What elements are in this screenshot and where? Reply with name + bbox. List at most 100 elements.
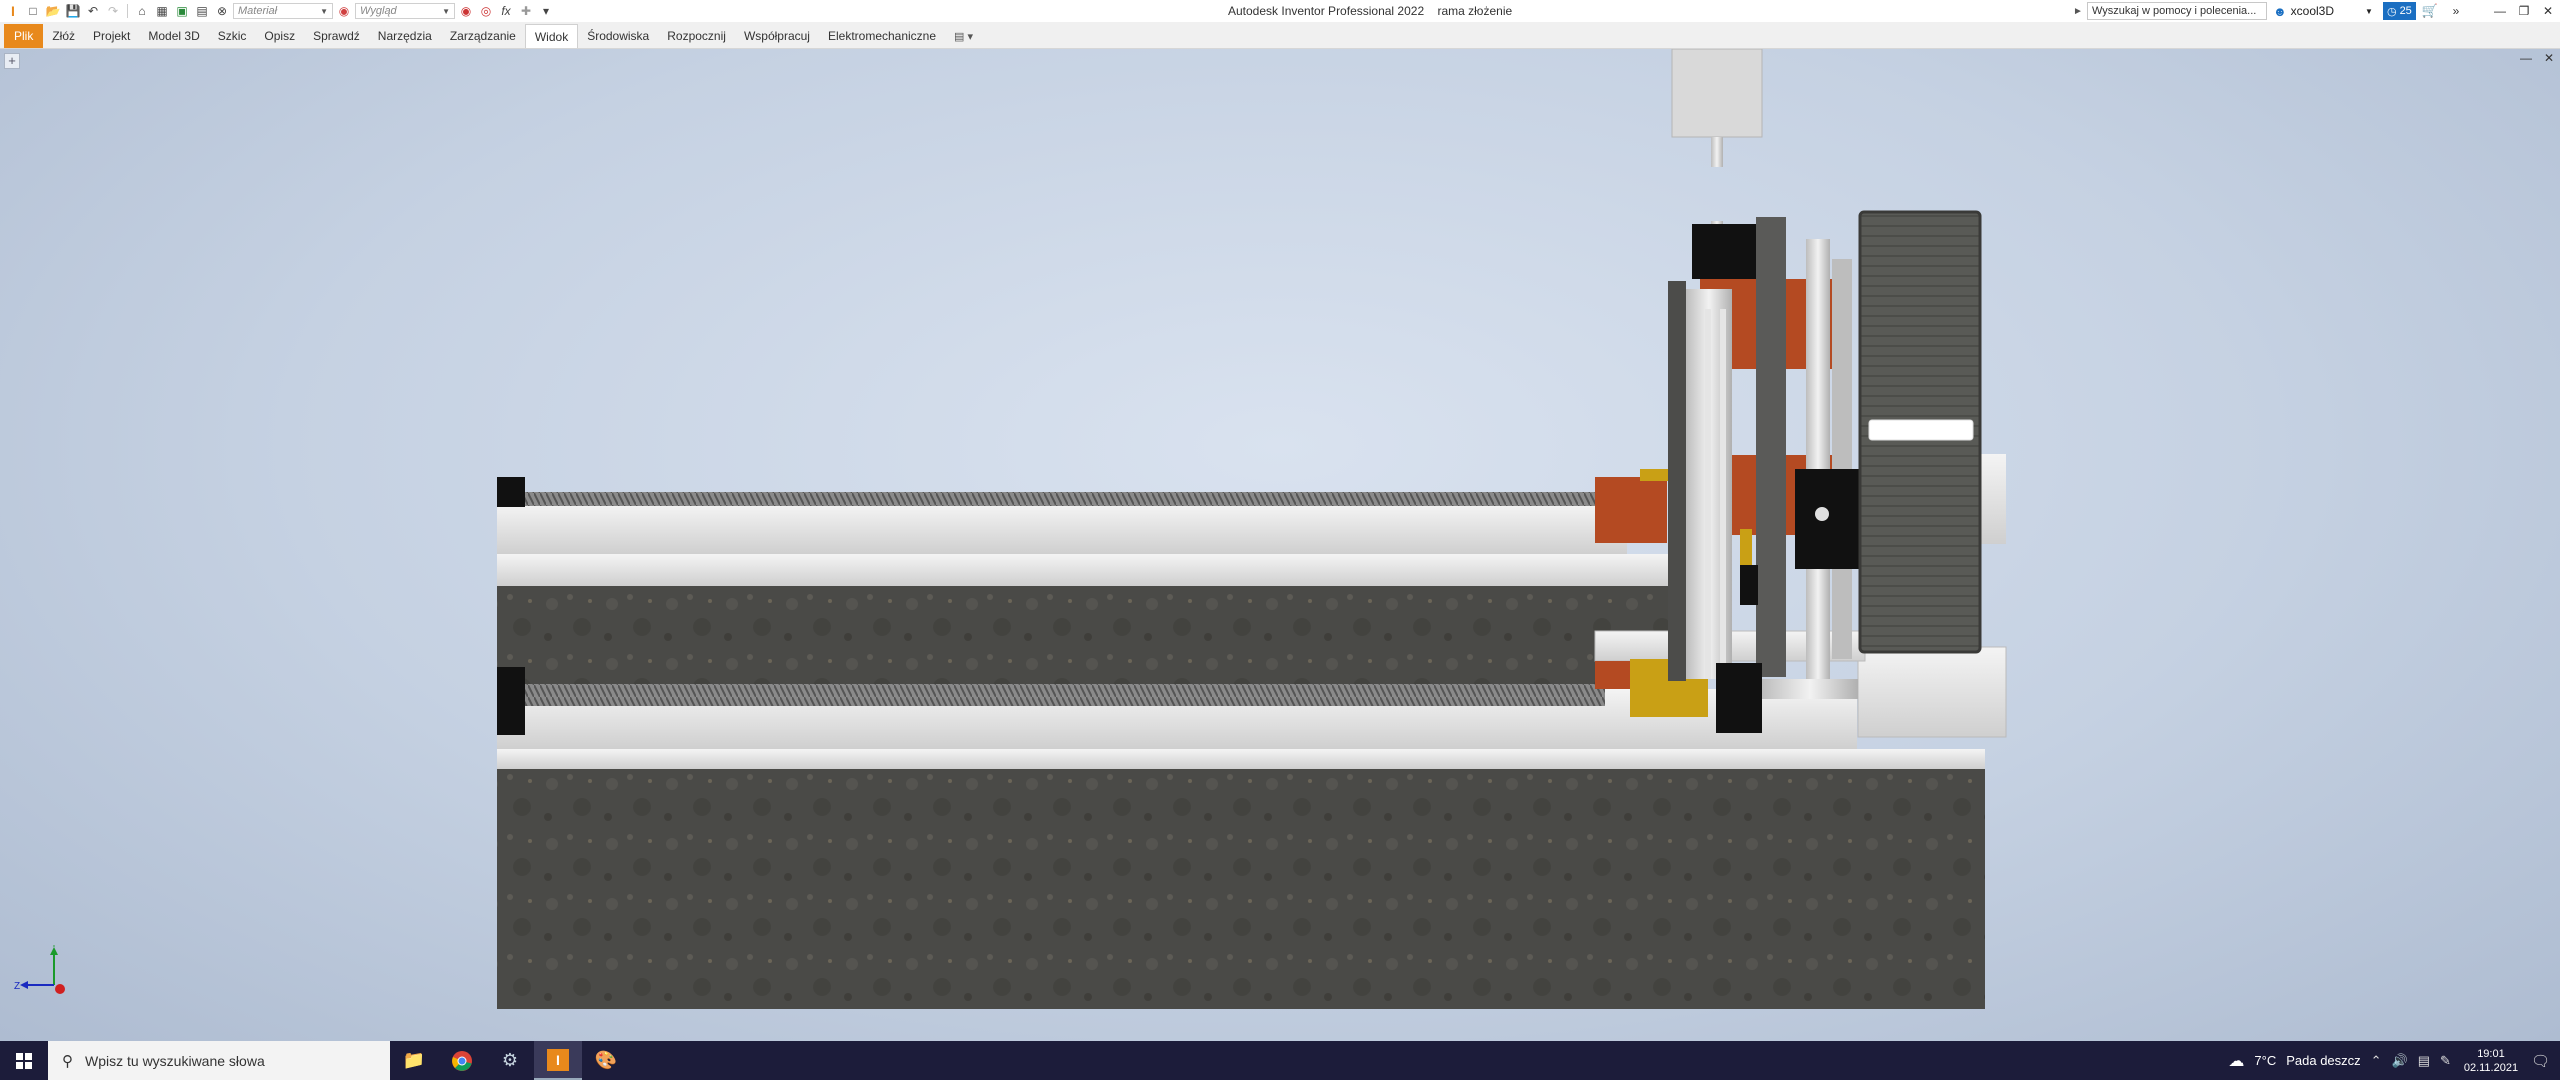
volume-icon[interactable]: 🔊 (2392, 1053, 2408, 1069)
ribbon-tabs: Plik Złóż Projekt Model 3D Szkic Opisz S… (0, 22, 2560, 49)
clock[interactable]: 19:01 02.11.2021 (2461, 1047, 2521, 1075)
help-search-input[interactable]: Wyszukaj w pomocy i polecenia... (2086, 2, 2267, 20)
upper-screw-end-block (497, 477, 525, 507)
notification-center-icon[interactable]: 🗨 (2531, 1052, 2550, 1070)
undo-icon[interactable]: ↶ (84, 2, 102, 20)
lower-lead-screw (525, 684, 1605, 706)
tab-plik[interactable]: Plik (4, 24, 44, 48)
tab-opisz[interactable]: Opisz (255, 24, 304, 48)
fx-parameters-icon[interactable]: fx (497, 2, 515, 20)
network-icon[interactable]: ▤ (2418, 1053, 2430, 1069)
chevron-down-icon: ▼ (442, 6, 450, 16)
save-icon[interactable]: 💾 (64, 2, 82, 20)
clock-time: 19:01 (2477, 1047, 2505, 1060)
lower-orange-block (1595, 661, 1635, 689)
notifications-badge[interactable]: ◷ 25 (2382, 2, 2416, 20)
inventor-logo-icon[interactable]: I (4, 2, 22, 20)
start-button[interactable] (0, 1041, 48, 1080)
lower-shaft (1762, 679, 1858, 699)
tab-sprawdz[interactable]: Sprawdź (304, 24, 369, 48)
chevron-up-icon[interactable]: ⌃ (2371, 1053, 2382, 1069)
tab-szkic[interactable]: Szkic (209, 24, 256, 48)
home-icon[interactable]: ⌂ (133, 2, 151, 20)
new-file-icon[interactable]: □ (24, 2, 42, 20)
z-bottom-black-block (1740, 565, 1758, 605)
search-arrow-icon[interactable]: ► (2073, 6, 2083, 17)
move-icon[interactable]: ✚ (517, 2, 535, 20)
appearance-placeholder: Wygląd (360, 5, 397, 17)
middle-block (497, 585, 1689, 685)
paint-app-icon[interactable]: 🎨 (582, 1041, 630, 1080)
quick-access-toolbar: I □ 📂 💾 ↶ ↷ ⌂ ▦ ▣ ▤ ⊗ Materiał ▼ ◉ Wyglą… (0, 0, 555, 22)
graphics-viewport[interactable]: + — ✕ Z (0, 49, 2560, 1041)
motor-black-block (1795, 469, 1859, 569)
material-combo[interactable]: Materiał ▼ (233, 3, 333, 19)
z-column-frame (1668, 281, 1686, 681)
middle-rail (497, 554, 1689, 586)
taskbar-search[interactable]: ⚲ Wpisz tu wyszukiwane słowa (48, 1041, 390, 1080)
tab-elektromechaniczne[interactable]: Elektromechaniczne (819, 24, 945, 48)
open-folder-icon[interactable]: 📂 (44, 2, 62, 20)
title-right-controls: ► Wyszukaj w pomocy i polecenia... ☻ xco… (2073, 0, 2560, 22)
redo-icon[interactable]: ↷ (104, 2, 122, 20)
chrome-icon[interactable] (438, 1041, 486, 1080)
close-button[interactable]: ✕ (2536, 4, 2560, 18)
select-icon[interactable]: ▦ (153, 2, 171, 20)
windows-taskbar: ⚲ Wpisz tu wyszukiwane słowa 📁 ⚙ I 🎨 ☁ 7… (0, 1041, 2560, 1080)
file-explorer-icon[interactable]: 📁 (390, 1041, 438, 1080)
tab-widok[interactable]: Widok (524, 24, 579, 48)
material-icon[interactable]: ⊗ (213, 2, 231, 20)
tab-model-3d[interactable]: Model 3D (139, 24, 208, 48)
z-guide-rod-a (1705, 309, 1711, 679)
upper-lead-screw (525, 492, 1595, 506)
appearance-icon[interactable]: ◉ (335, 2, 353, 20)
ribbon-display-options-icon[interactable]: ▤ ▾ (945, 24, 982, 48)
windows-logo-icon (16, 1052, 32, 1069)
weather-icon[interactable]: ☁ (2228, 1051, 2244, 1071)
right-support-plate (1857, 646, 2007, 738)
material-placeholder: Materiał (238, 5, 278, 17)
customize-qat-icon[interactable]: ▾ (537, 2, 555, 20)
appearance-combo[interactable]: Wygląd ▼ (355, 3, 455, 19)
inventor-app-icon: I (547, 1048, 569, 1071)
username: xcool3D (2290, 4, 2334, 18)
app-name: Autodesk Inventor Professional 2022 (1228, 4, 1425, 18)
overflow-icon[interactable]: » (2444, 4, 2468, 18)
cad-model[interactable] (0, 49, 2560, 1041)
tab-wspolpracuj[interactable]: Współpracuj (735, 24, 819, 48)
upper-yellow-nut (1640, 469, 1670, 481)
chrome-logo-icon (452, 1050, 472, 1071)
document-name: rama złożenie (1437, 4, 1513, 18)
tab-narzedzia[interactable]: Narzędzia (369, 24, 441, 48)
weather-temp: 7°C (2254, 1053, 2277, 1068)
user-icon: ☻ (2272, 3, 2287, 19)
tab-srodowiska[interactable]: Środowiska (578, 24, 658, 48)
tab-zloz[interactable]: Złóż (43, 24, 84, 48)
triad-z-label: Z (14, 981, 20, 992)
steam-icon[interactable]: ⚙ (486, 1041, 534, 1080)
restore-button[interactable]: ❐ (2512, 4, 2536, 18)
inventor-taskbar-icon[interactable]: I (534, 1041, 582, 1080)
right-side-rail (1980, 454, 2006, 544)
clear-appearance-icon[interactable]: ◎ (477, 2, 495, 20)
window-title: Autodesk Inventor Professional 2022 rama… (1228, 4, 1522, 18)
weather-text: Pada deszcz (2286, 1053, 2361, 1068)
search-icon: ⚲ (62, 1052, 73, 1070)
spindle-motor (1671, 49, 1763, 138)
chevron-down-icon: ▼ (2365, 6, 2373, 16)
cart-icon[interactable]: 🛒 (2422, 3, 2438, 19)
adjust-icon[interactable]: ◉ (457, 2, 475, 20)
motor-shaft-dot (1815, 507, 1829, 521)
tab-zarzadzanie[interactable]: Zarządzanie (441, 24, 525, 48)
update-icon[interactable]: ▣ (173, 2, 191, 20)
properties-icon[interactable]: ▤ (193, 2, 211, 20)
minimize-button[interactable]: — (2488, 4, 2512, 18)
lower-gantry-black-block (1716, 663, 1762, 733)
system-tray: ☁ 7°C Pada deszcz ⌃ 🔊 ▤ ✎ 19:01 02.11.20… (2228, 1041, 2560, 1080)
axis-triad: Y Z (14, 945, 65, 994)
z-guide-rod-b (1720, 309, 1726, 679)
tab-projekt[interactable]: Projekt (84, 24, 139, 48)
user-account[interactable]: ☻ xcool3D ▼ (2273, 4, 2373, 19)
pen-icon[interactable]: ✎ (2440, 1053, 2451, 1069)
tab-rozpocznij[interactable]: Rozpocznij (658, 24, 735, 48)
